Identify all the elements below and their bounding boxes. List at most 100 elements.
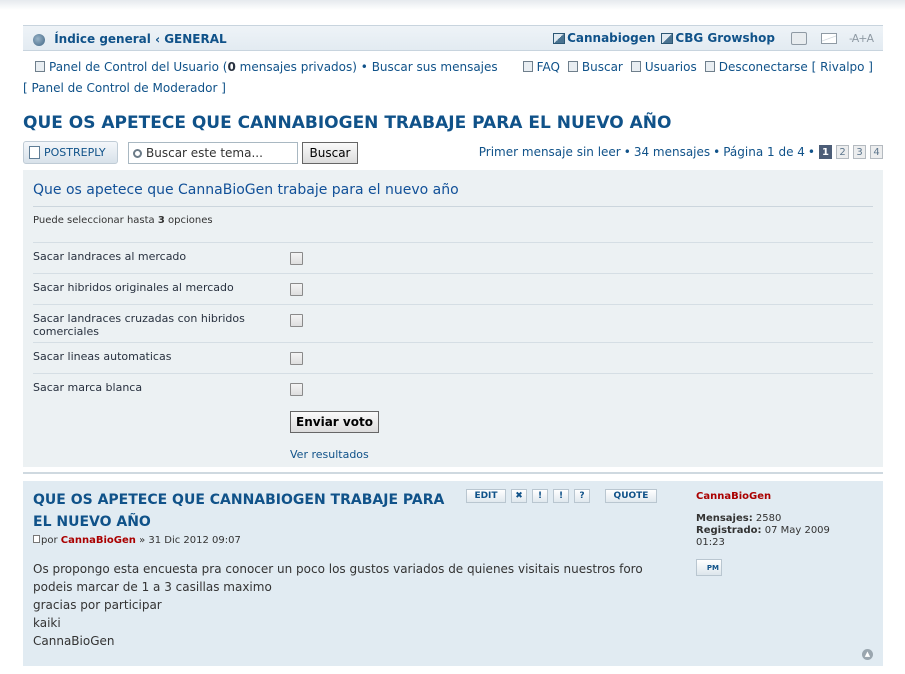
- pm-count: 0: [227, 60, 236, 74]
- poll-option-label: Sacar landraces cruzadas con hibridos co…: [33, 312, 245, 338]
- submit-vote-button[interactable]: Enviar voto: [290, 411, 379, 433]
- members-icon: [630, 61, 641, 72]
- back-to-top-icon[interactable]: ▲: [862, 649, 873, 660]
- page-4[interactable]: 4: [870, 145, 883, 159]
- faq-link[interactable]: FAQ: [537, 60, 560, 74]
- post-line: Os propongo esta encuesta pra conocer un…: [33, 562, 643, 576]
- pm-button[interactable]: PM: [696, 559, 722, 576]
- post-date: » 31 Dic 2012 09:07: [139, 535, 241, 546]
- post-author-line: por CannaBioGen » 31 Dic 2012 09:07: [33, 535, 241, 546]
- search-link[interactable]: Buscar: [582, 60, 623, 74]
- navbar-top: Índice general ‹ GENERAL Cannabiogen CBG…: [23, 25, 883, 51]
- profile-posts-value: 2580: [755, 513, 782, 524]
- reply-doc-icon: [29, 146, 40, 159]
- poll-option: Sacar hibridos originales al mercado: [33, 273, 873, 304]
- post-by: por: [41, 535, 58, 546]
- poll-option: Sacar marca blanca: [33, 373, 873, 404]
- poll-option-checkbox[interactable]: [290, 383, 303, 396]
- members-link[interactable]: Usuarios: [645, 60, 697, 74]
- post: QUE OS APETECE QUE CANNABIOGEN TRABAJE P…: [23, 481, 883, 666]
- poll-note: Puede seleccionar hasta 3 opciones: [33, 215, 213, 226]
- magnifier-icon: [133, 148, 142, 158]
- poll-option: Sacar lineas automaticas: [33, 342, 873, 373]
- post-profile: CannaBioGen Mensajes: 2580 Registrado: 0…: [696, 491, 846, 576]
- search-own-posts-link[interactable]: Buscar sus mensajes: [372, 60, 498, 74]
- user-nav-right: FAQ Buscar Usuarios Desconectarse [ Riva…: [522, 60, 873, 74]
- page-3[interactable]: 3: [853, 145, 866, 159]
- breadcrumb: Índice general ‹ GENERAL: [33, 32, 227, 47]
- poll-option-checkbox[interactable]: [290, 314, 303, 327]
- mcp-link[interactable]: [ Panel de Control de Moderador ]: [23, 81, 226, 95]
- breadcrumb-separator: ‹: [155, 32, 161, 47]
- pagination-bullet: •: [623, 145, 631, 159]
- page-2[interactable]: 2: [836, 145, 849, 159]
- post-line: CannaBioGen: [33, 634, 115, 648]
- topic-search-button[interactable]: Buscar: [302, 142, 358, 164]
- header-links: Cannabiogen CBG Growshop -A+A: [553, 31, 874, 45]
- post-reply-button[interactable]: POSTREPLY: [23, 141, 118, 164]
- poll-option-label: Sacar marca blanca: [33, 381, 143, 394]
- poll-max-options: 3: [157, 215, 165, 226]
- poll-note-prefix: Puede seleccionar hasta: [33, 215, 155, 226]
- pagination-bullet: •: [807, 145, 815, 159]
- poll-separator: [33, 206, 873, 207]
- topic-title[interactable]: QUE OS APETECE QUE CANNABIOGEN TRABAJE P…: [23, 113, 671, 133]
- report-button[interactable]: !: [532, 489, 548, 503]
- page-1: 1: [819, 145, 832, 159]
- print-icon[interactable]: [791, 31, 807, 45]
- pagination-bullet: •: [713, 145, 721, 159]
- profile-posts: Mensajes: 2580: [696, 513, 846, 525]
- breadcrumb-forum[interactable]: GENERAL: [164, 32, 226, 46]
- poll-note-suffix: opciones: [168, 215, 213, 226]
- poll-option-label: Sacar landraces al mercado: [33, 250, 187, 263]
- topic-search-input[interactable]: [146, 146, 286, 160]
- poll-option-checkbox[interactable]: [290, 252, 303, 265]
- poll-option-checkbox[interactable]: [290, 352, 303, 365]
- font-size-icon[interactable]: -A+A: [849, 32, 874, 45]
- poll-option-label: Sacar hibridos originales al mercado: [33, 281, 234, 294]
- post-line: gracias por participar: [33, 598, 162, 612]
- post-title[interactable]: QUE OS APETECE QUE CANNABIOGEN TRABAJE P…: [33, 489, 463, 533]
- page-indicator[interactable]: Página 1 de 4: [723, 145, 805, 159]
- breadcrumb-home[interactable]: Índice general: [54, 32, 151, 46]
- cannabiogen-link[interactable]: Cannabiogen: [567, 31, 655, 45]
- section-divider: [23, 472, 883, 474]
- ucp-label: Panel de Control del Usuario (: [49, 60, 228, 74]
- mcp-row: [ Panel de Control de Moderador ]: [23, 81, 226, 95]
- quote-button[interactable]: QUOTE: [605, 489, 657, 503]
- profile-posts-label: Mensajes:: [696, 513, 753, 524]
- post-author-link[interactable]: CannaBioGen: [61, 535, 136, 546]
- warn-button[interactable]: !: [553, 489, 569, 503]
- email-icon[interactable]: [821, 32, 837, 44]
- top-shadow: [0, 0, 905, 10]
- cannabiogen-icon: [553, 33, 566, 44]
- poll-option: Sacar landraces al mercado: [33, 242, 873, 273]
- pagination: Primer mensaje sin leer • 34 mensajes • …: [479, 145, 883, 159]
- ucp-icon: [35, 61, 45, 72]
- post-buttons: EDIT ✖ ! ! ? QUOTE: [466, 489, 657, 503]
- nav-bullet: •: [360, 60, 368, 74]
- user-nav-left: Panel de Control del Usuario (0 mensajes…: [35, 60, 498, 74]
- poll-panel: Que os apetece que CannaBioGen trabaje p…: [23, 170, 883, 467]
- logout-link[interactable]: Desconectarse [ Rivalpo ]: [719, 60, 873, 74]
- growshop-link[interactable]: CBG Growshop: [675, 31, 775, 45]
- poll-title: Que os apetece que CannaBioGen trabaje p…: [33, 182, 459, 198]
- post-reply-label: POSTREPLY: [44, 146, 106, 159]
- first-unread-link[interactable]: Primer mensaje sin leer: [479, 145, 621, 159]
- edit-button[interactable]: EDIT: [466, 489, 506, 503]
- delete-button[interactable]: ✖: [511, 489, 527, 503]
- globe-icon: [33, 33, 45, 46]
- profile-username[interactable]: CannaBioGen: [696, 491, 846, 503]
- logout-icon: [704, 61, 715, 72]
- post-line: kaiki: [33, 616, 61, 630]
- pm-suffix: mensajes privados): [239, 60, 357, 74]
- info-button[interactable]: ?: [574, 489, 590, 503]
- topic-search-box: [128, 142, 298, 164]
- poll-option-label: Sacar lineas automaticas: [33, 350, 172, 363]
- action-bar: POSTREPLY Buscar Primer mensaje sin leer…: [23, 141, 883, 165]
- view-results-link[interactable]: Ver resultados: [290, 448, 369, 461]
- profile-reg-label: Registrado:: [696, 525, 762, 536]
- poll-option-checkbox[interactable]: [290, 283, 303, 296]
- ucp-link[interactable]: Panel de Control del Usuario (0 mensajes…: [49, 60, 357, 74]
- post-content: Os propongo esta encuesta pra conocer un…: [33, 560, 643, 650]
